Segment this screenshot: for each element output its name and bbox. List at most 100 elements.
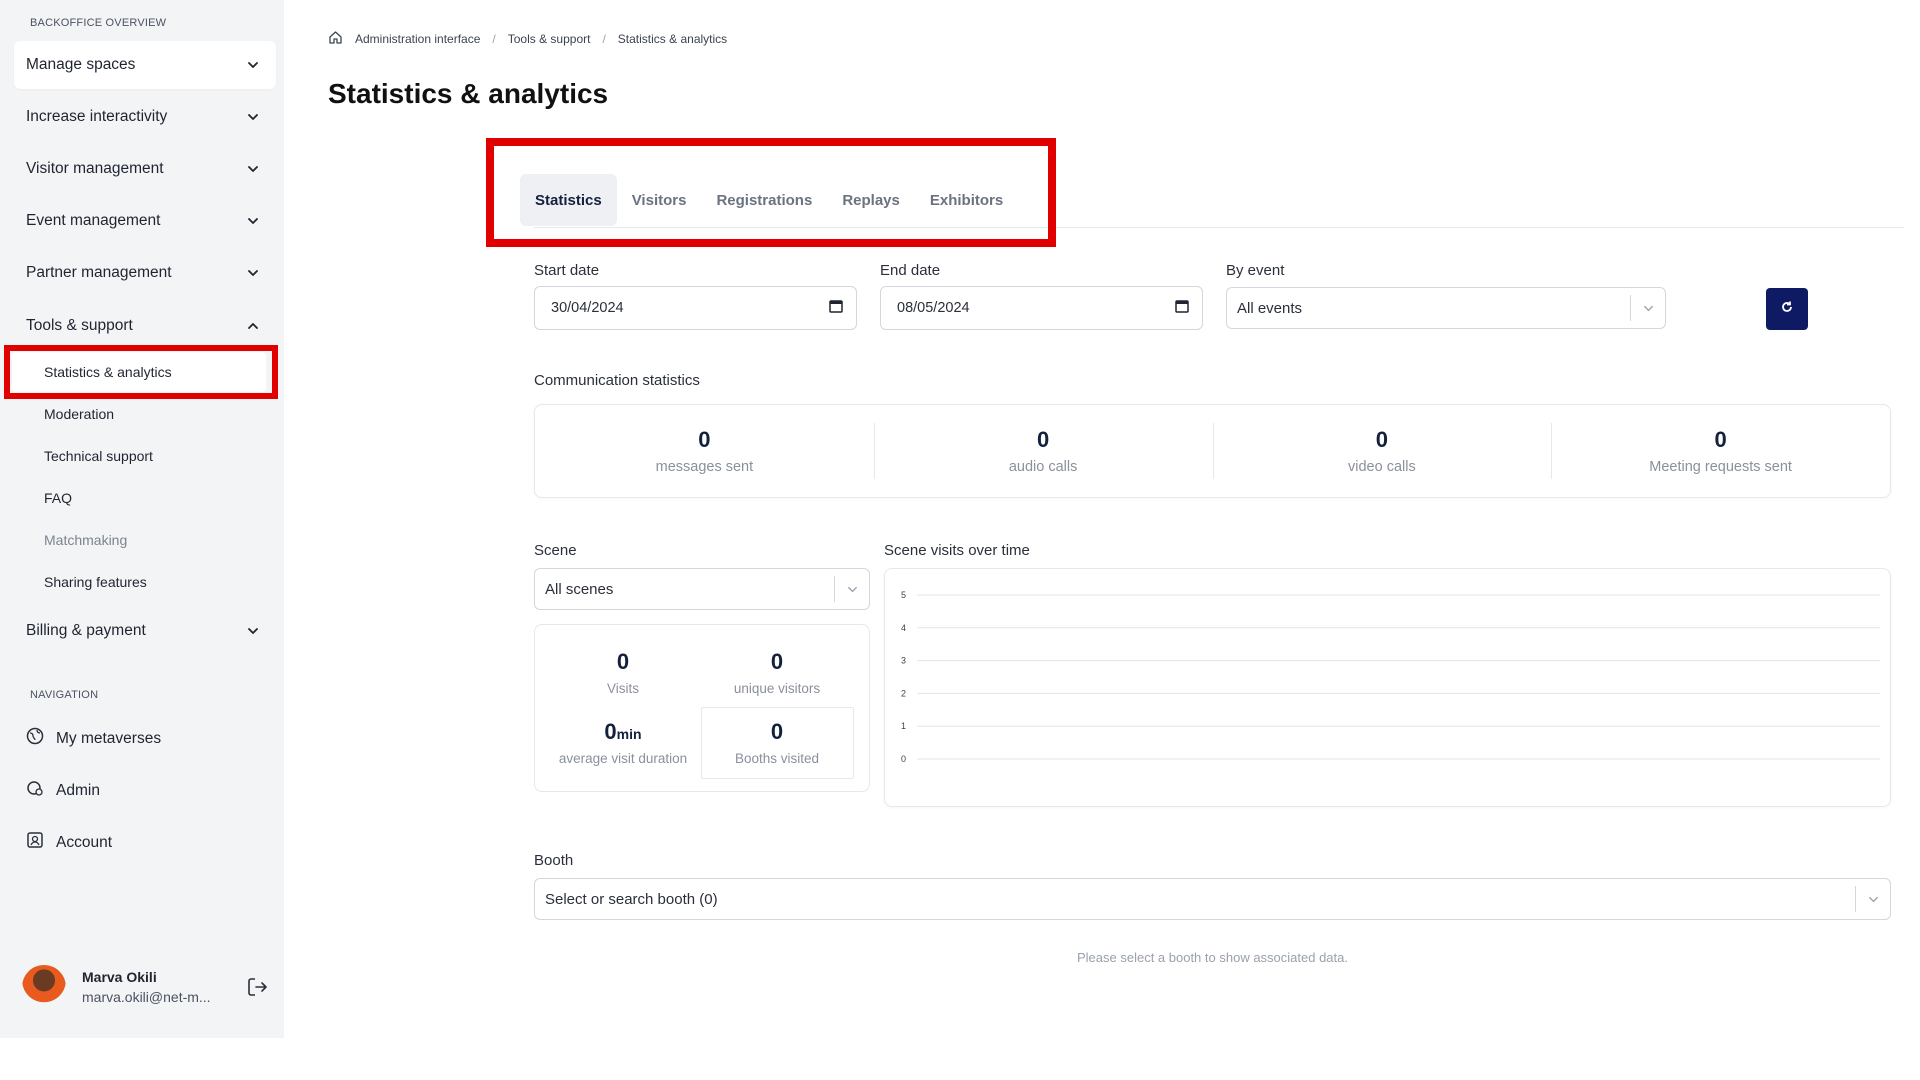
y-tick-label: 1 — [901, 721, 906, 731]
sub-item-moderation[interactable]: Moderation — [44, 406, 114, 422]
y-tick-label: 5 — [901, 590, 906, 600]
stat-value: 0 — [616, 649, 630, 674]
nav-label: Account — [56, 833, 113, 851]
stat-label: Meeting requests sent — [1649, 459, 1792, 475]
end-date-input[interactable]: 08/05/2024 — [880, 286, 1203, 330]
sidebar-item-label: Event management — [26, 212, 161, 229]
breadcrumb: Administration interface / Tools & suppo… — [328, 30, 727, 48]
tabs: Statistics Visitors Registrations Replay… — [520, 174, 1018, 226]
chevron-up-icon — [244, 317, 262, 335]
scene-average-duration: 0min average visit duration — [548, 719, 698, 766]
scene-select[interactable]: All scenes — [534, 568, 870, 610]
chevron-down-icon — [1856, 893, 1890, 906]
communication-title: Communication statistics — [534, 372, 700, 389]
sub-item-sharing-features[interactable]: Sharing features — [44, 574, 147, 590]
admin-icon — [26, 779, 44, 802]
event-filter-label: By event — [1226, 262, 1285, 279]
breadcrumb-item[interactable]: Administration interface — [355, 32, 480, 46]
stat-label: video calls — [1348, 459, 1416, 475]
stat-audio-calls: 0 audio calls — [873, 405, 1213, 497]
event-select-value: All events — [1237, 299, 1303, 317]
start-date-input[interactable]: 30/04/2024 — [534, 286, 857, 330]
y-tick-label: 2 — [901, 688, 906, 698]
home-icon[interactable] — [328, 30, 343, 48]
user-email: marva.okili@net-m... — [82, 989, 211, 1005]
stat-value: 0 — [1375, 427, 1388, 452]
sidebar-item-increase-interactivity[interactable]: Increase interactivity — [14, 93, 276, 141]
sidebar-item-label: Billing & payment — [26, 622, 146, 639]
chevron-down-icon — [244, 212, 262, 230]
section-label-navigation: NAVIGATION — [30, 689, 99, 701]
booth-select-placeholder: Select or search booth (0) — [545, 890, 718, 908]
end-date-label: End date — [880, 262, 941, 279]
scene-label: Scene — [534, 542, 577, 559]
refresh-button[interactable] — [1766, 288, 1808, 330]
y-tick-label: 4 — [901, 623, 906, 633]
stat-value: 0 — [1037, 427, 1050, 452]
tab-exhibitors[interactable]: Exhibitors — [915, 174, 1018, 226]
booth-hint: Please select a booth to show associated… — [1076, 950, 1348, 965]
tab-visitors[interactable]: Visitors — [617, 174, 702, 226]
sidebar-item-manage-spaces[interactable]: Manage spaces — [14, 41, 276, 89]
chevron-down-icon — [244, 56, 262, 74]
sub-item-matchmaking[interactable]: Matchmaking — [44, 532, 127, 548]
stat-video-calls: 0 video calls — [1212, 405, 1552, 497]
communication-stats-card: 0 messages sent 0 audio calls 0 video ca… — [534, 404, 1891, 498]
chevron-down-icon — [244, 264, 262, 282]
tab-registrations[interactable]: Registrations — [701, 174, 827, 226]
sidebar-item-label: Manage spaces — [26, 56, 136, 73]
chevron-down-icon — [1631, 302, 1665, 315]
event-select[interactable]: All events — [1226, 287, 1666, 329]
account-icon — [26, 831, 44, 854]
nav-account[interactable]: Account — [26, 831, 112, 854]
scene-visits-chart: 0 1 2 3 4 5 — [884, 568, 1891, 807]
chart-title: Scene visits over time — [884, 542, 1030, 559]
stat-label: audio calls — [1008, 459, 1078, 475]
nav-label: My metaverses — [56, 729, 162, 747]
calendar-icon[interactable] — [1174, 298, 1190, 318]
stat-value: 0 — [770, 719, 784, 744]
start-date-label: Start date — [534, 262, 600, 279]
user-profile: Marva Okili marva.okili@net-m... — [22, 962, 268, 1012]
scene-booths-visited: 0 Booths visited — [702, 719, 852, 766]
chart-svg: 0 1 2 3 4 5 — [901, 590, 1880, 764]
y-tick-label: 3 — [901, 656, 906, 666]
refresh-icon — [1780, 300, 1794, 319]
sidebar-item-label: Partner management — [26, 264, 172, 281]
booth-select[interactable]: Select or search booth (0) — [534, 878, 1891, 920]
sidebar-item-label: Visitor management — [26, 160, 164, 177]
stat-messages-sent: 0 messages sent — [535, 405, 874, 497]
page-title: Statistics & analytics — [328, 78, 609, 109]
sidebar-item-label: Increase interactivity — [26, 108, 168, 125]
sidebar: BACKOFFICE OVERVIEW Manage spaces Increa… — [0, 0, 284, 1038]
sub-item-statistics-analytics[interactable]: Statistics & analytics — [44, 364, 172, 380]
sub-item-technical-support[interactable]: Technical support — [44, 448, 153, 464]
sidebar-item-partner-management[interactable]: Partner management — [14, 249, 276, 297]
stat-meeting-requests: 0 Meeting requests sent — [1551, 405, 1890, 497]
tab-replays[interactable]: Replays — [827, 174, 915, 226]
breadcrumb-item[interactable]: Statistics & analytics — [618, 32, 727, 46]
breadcrumb-item[interactable]: Tools & support — [508, 32, 591, 46]
booth-label: Booth — [534, 852, 574, 869]
nav-admin[interactable]: Admin — [26, 779, 100, 802]
stat-label: messages sent — [655, 459, 754, 475]
sidebar-item-billing-payment[interactable]: Billing & payment — [14, 607, 276, 655]
avatar[interactable] — [22, 965, 66, 1009]
sidebar-item-visitor-management[interactable]: Visitor management — [14, 145, 276, 193]
start-date-value: 30/04/2024 — [551, 300, 624, 316]
chevron-down-icon — [244, 160, 262, 178]
globe-icon — [26, 727, 44, 750]
sidebar-item-tools-support[interactable]: Tools & support — [14, 302, 276, 350]
scene-unique-visitors: 0 unique visitors — [702, 649, 852, 696]
nav-label: Admin — [56, 781, 100, 799]
stat-label: average visit duration — [558, 751, 688, 766]
logout-icon[interactable] — [246, 976, 268, 998]
scene-select-value: All scenes — [545, 580, 614, 598]
sub-item-faq[interactable]: FAQ — [44, 490, 72, 506]
stat-unit: min — [616, 726, 642, 742]
tab-statistics[interactable]: Statistics — [520, 174, 617, 226]
nav-my-metaverses[interactable]: My metaverses — [26, 727, 161, 750]
calendar-icon[interactable] — [828, 298, 844, 318]
sidebar-item-event-management[interactable]: Event management — [14, 197, 276, 245]
stat-value: 0 — [770, 649, 784, 674]
